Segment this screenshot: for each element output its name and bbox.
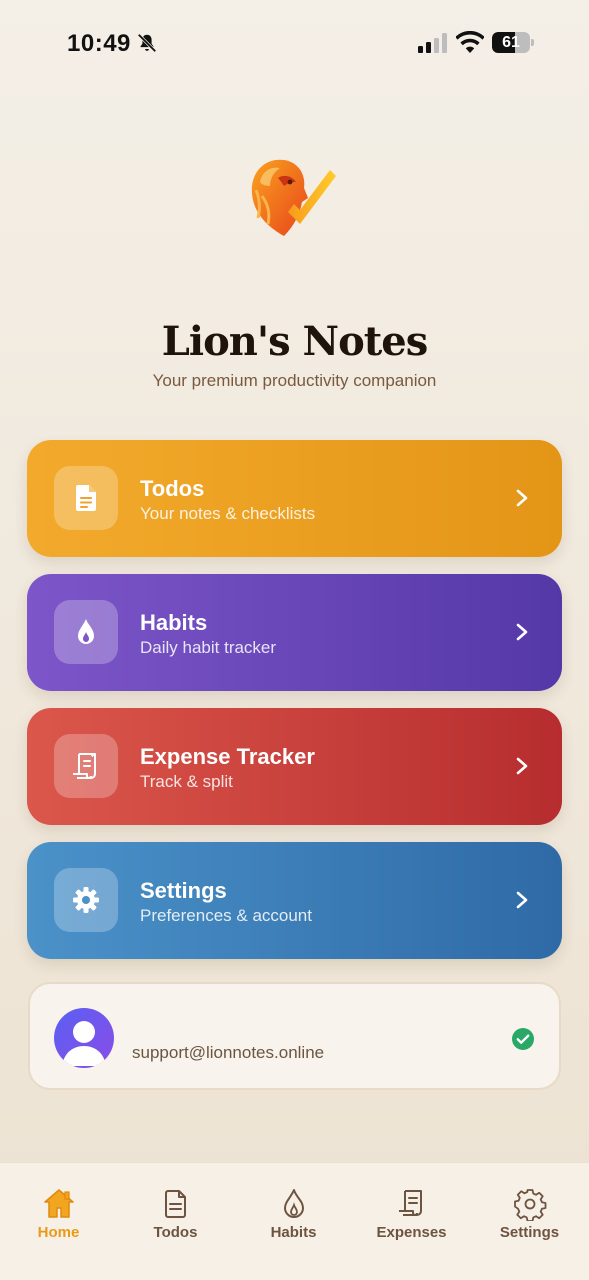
todos-card-title: Todos xyxy=(140,476,205,501)
wifi-icon xyxy=(456,31,484,53)
status-bar: 10:49 61 xyxy=(0,0,589,88)
todos-card[interactable]: Todos Your notes & checklists xyxy=(27,440,562,557)
chevron-right-icon xyxy=(516,891,528,909)
habits-card-icon-box xyxy=(54,600,118,664)
habits-card-title: Habits xyxy=(140,610,208,635)
tab-home[interactable]: Home xyxy=(0,1163,117,1280)
tab-habits[interactable]: Habits xyxy=(235,1163,352,1280)
tab-settings[interactable]: Settings xyxy=(471,1163,588,1280)
chevron-right-icon xyxy=(516,623,528,641)
tab-habits-label: Habits xyxy=(270,1224,317,1241)
receipt-icon xyxy=(73,753,96,779)
app-subtitle: Your premium productivity companion xyxy=(152,371,437,390)
account-card[interactable]: support@lionnotes.online xyxy=(28,982,561,1090)
tab-todos-label: Todos xyxy=(153,1224,198,1241)
lion-check-logo xyxy=(251,159,336,236)
settings-card-title: Settings xyxy=(140,878,227,903)
flame-icon xyxy=(284,1189,304,1218)
check-circle-icon xyxy=(512,1028,534,1050)
flame-icon xyxy=(78,619,94,644)
gear-icon xyxy=(73,887,99,913)
home-icon xyxy=(44,1189,74,1218)
todos-card-icon-box xyxy=(54,466,118,530)
habits-card-subtitle: Daily habit tracker xyxy=(140,638,277,657)
expense-card-title: Expense Tracker xyxy=(140,744,315,769)
battery-indicator: 61 xyxy=(492,32,534,53)
document-icon xyxy=(76,485,96,511)
chevron-right-icon xyxy=(516,757,528,775)
gear-icon xyxy=(514,1189,547,1221)
account-email: support@lionnotes.online xyxy=(132,1043,325,1062)
tab-todos[interactable]: Todos xyxy=(117,1163,234,1280)
settings-card-subtitle: Preferences & account xyxy=(140,906,312,925)
document-icon xyxy=(165,1190,186,1218)
settings-card[interactable]: Settings Preferences & account xyxy=(27,842,562,959)
tab-expenses-label: Expenses xyxy=(376,1224,447,1241)
tab-home-label: Home xyxy=(37,1224,80,1241)
user-icon xyxy=(62,1021,106,1066)
todos-card-subtitle: Your notes & checklists xyxy=(140,504,316,523)
tab-settings-label: Settings xyxy=(499,1224,560,1241)
battery-level: 61 xyxy=(502,34,520,51)
expense-card-subtitle: Track & split xyxy=(140,772,233,791)
habits-card[interactable]: Habits Daily habit tracker xyxy=(27,574,562,691)
settings-card-icon-box xyxy=(54,868,118,932)
expense-card-icon-box xyxy=(54,734,118,798)
cellular-signal-icon xyxy=(418,33,447,53)
avatar xyxy=(54,1008,114,1068)
receipt-icon xyxy=(399,1190,422,1216)
tab-expenses[interactable]: Expenses xyxy=(353,1163,470,1280)
bell-muted-icon xyxy=(137,33,157,53)
app-title: Lion's Notes xyxy=(161,318,428,365)
tab-bar: Home Todos Habits Expenses Settings xyxy=(0,1162,589,1280)
expense-tracker-card[interactable]: Expense Tracker Track & split xyxy=(27,708,562,825)
chevron-right-icon xyxy=(516,489,528,507)
status-time: 10:49 xyxy=(67,30,131,57)
